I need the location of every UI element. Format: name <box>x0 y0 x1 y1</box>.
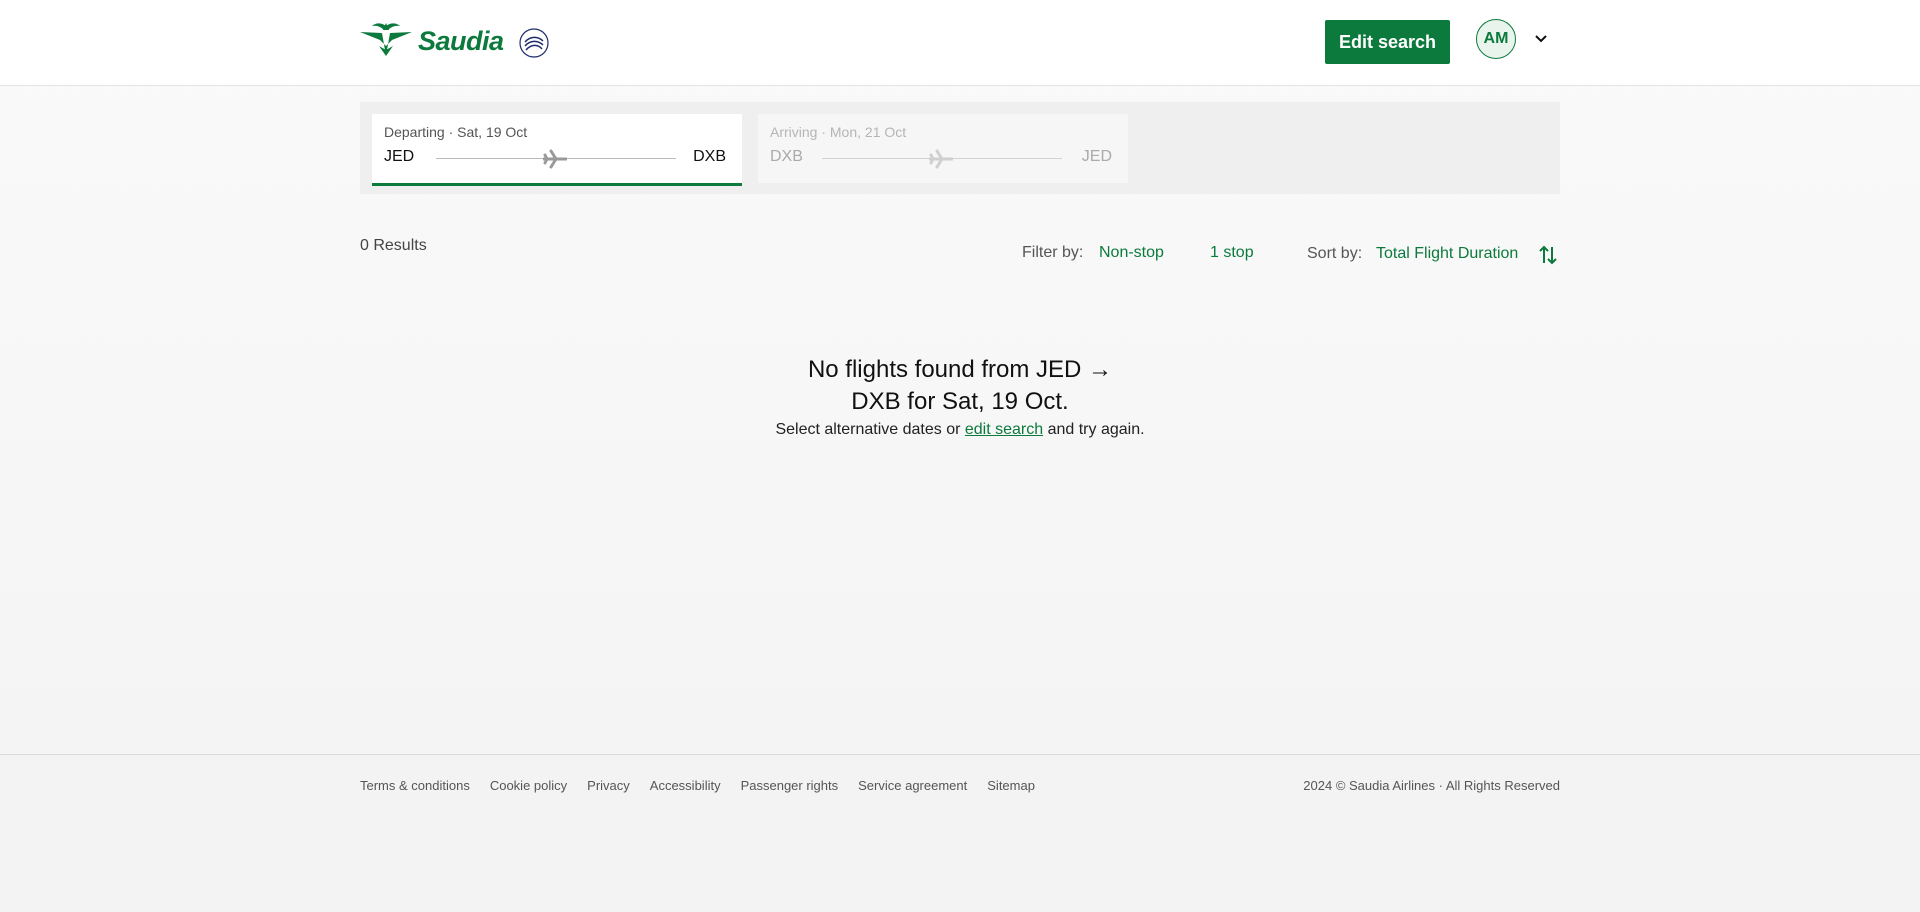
skyteam-logo-icon <box>516 22 550 65</box>
subtitle-text: Select alternative dates or <box>775 421 965 438</box>
tab-departing[interactable]: Departing · Sat, 19 Oct JED DXB <box>372 114 742 186</box>
empty-state-title: No flights found from JED → DXB for Sat,… <box>807 356 1113 415</box>
copyright-text: 2024 © Saudia Airlines · All Rights Rese… <box>1303 778 1560 793</box>
subtitle-text: and try again. <box>1043 421 1145 438</box>
filter-label: Filter by: <box>1022 244 1084 261</box>
footer-link-service-agreement[interactable]: Service agreement <box>858 778 967 793</box>
saudia-logo[interactable]: Saudia <box>360 20 504 63</box>
brand-wordmark: Saudia <box>418 26 504 56</box>
sort-arrows-icon[interactable] <box>1538 244 1558 271</box>
filter-non-stop[interactable]: Non-stop <box>1099 244 1164 262</box>
footer-links: Terms & conditions Cookie policy Privacy… <box>360 778 1035 793</box>
saudia-emblem-icon <box>360 20 412 63</box>
airplane-icon <box>928 148 954 175</box>
filter-1-stop[interactable]: 1 stop <box>1210 244 1254 262</box>
footer-link-cookie-policy[interactable]: Cookie policy <box>490 778 567 793</box>
page-footer: Terms & conditions Cookie policy Privacy… <box>0 754 1920 912</box>
chevron-down-icon[interactable] <box>1534 31 1548 49</box>
edit-search-link[interactable]: edit search <box>965 421 1043 438</box>
airplane-icon <box>542 148 568 175</box>
destination-code: DXB <box>693 148 726 165</box>
sort-selector[interactable]: Total Flight Duration <box>1376 245 1518 263</box>
sort-label: Sort by: <box>1307 245 1363 262</box>
footer-link-accessibility[interactable]: Accessibility <box>650 778 721 793</box>
tab-date: Arriving · Mon, 21 Oct <box>770 124 907 140</box>
edit-search-button[interactable]: Edit search <box>1325 20 1450 64</box>
user-avatar[interactable]: AM <box>1476 19 1516 59</box>
footer-link-passenger-rights[interactable]: Passenger rights <box>741 778 839 793</box>
footer-link-terms[interactable]: Terms & conditions <box>360 778 470 793</box>
tab-arriving[interactable]: Arriving · Mon, 21 Oct DXB JED <box>758 114 1128 183</box>
results-count: 0 Results <box>360 237 427 254</box>
destination-code: JED <box>1081 148 1112 165</box>
page-header: Saudia Edit search AM <box>0 0 1920 86</box>
origin-code: JED <box>384 148 415 165</box>
footer-link-privacy[interactable]: Privacy <box>587 778 630 793</box>
footer-link-sitemap[interactable]: Sitemap <box>987 778 1035 793</box>
origin-code: DXB <box>770 148 803 165</box>
empty-state-subtitle: Select alternative dates or edit search … <box>700 421 1220 439</box>
tab-date: Departing · Sat, 19 Oct <box>384 124 528 140</box>
journey-tabs: Departing · Sat, 19 Oct JED DXB Arriving… <box>360 102 1560 194</box>
